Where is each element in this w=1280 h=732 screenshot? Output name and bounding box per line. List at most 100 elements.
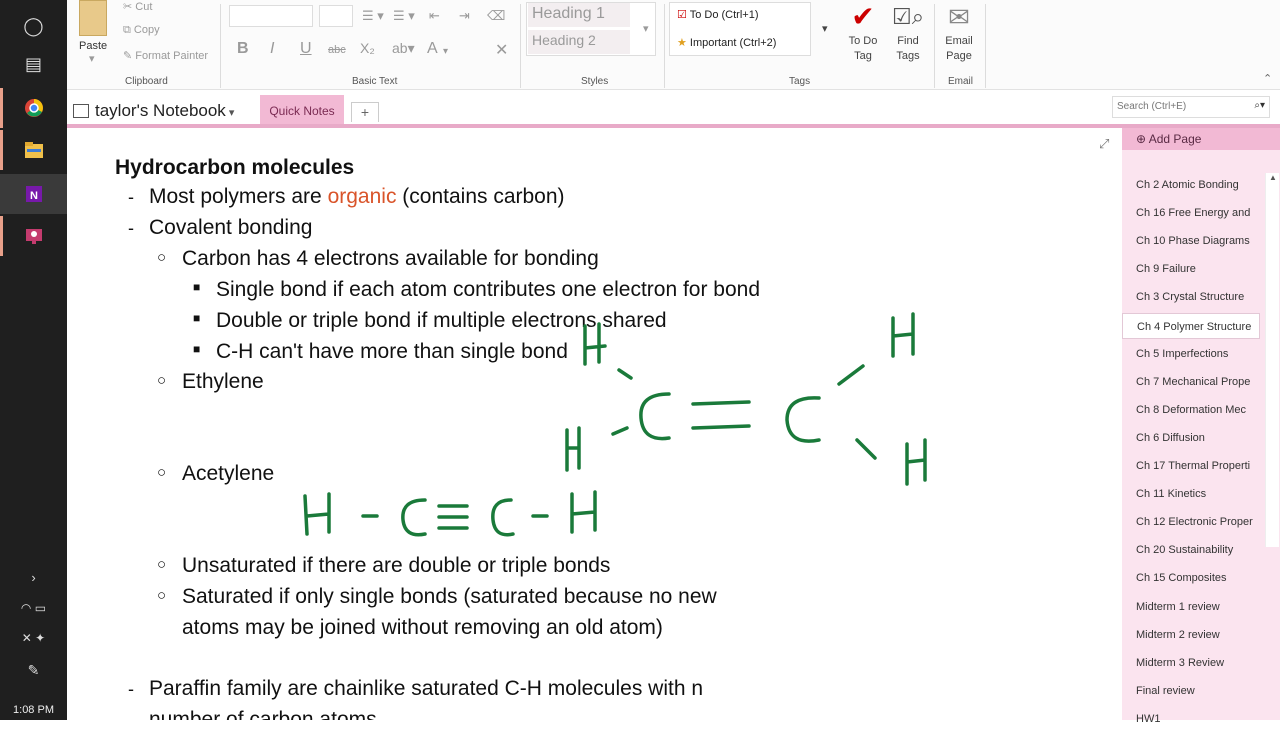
scroll-up-icon[interactable]: ▲ xyxy=(1269,173,1277,182)
note-page[interactable]: ⤢ Hydrocarbon molecules - Most polymers … xyxy=(67,128,1122,720)
add-page-button[interactable]: ⊕ Add Page xyxy=(1122,128,1280,150)
font-color-button[interactable]: A xyxy=(427,40,438,58)
page-list-item[interactable]: Ch 9 Failure xyxy=(1122,256,1260,282)
ink-acetylene xyxy=(303,490,597,537)
ink-stroke xyxy=(570,490,597,534)
copy-button[interactable]: ⧉ Copy xyxy=(123,24,160,37)
ink-stroke xyxy=(905,438,927,486)
tag-important[interactable]: ★ Important (Ctrl+2) xyxy=(677,36,776,49)
file-explorer-icon[interactable] xyxy=(0,130,67,170)
page-list-item[interactable]: Ch 6 Diffusion xyxy=(1122,425,1260,451)
ink-stroke xyxy=(785,396,821,443)
styles-group-label: Styles xyxy=(581,76,609,87)
page-list-item[interactable]: Ch 11 Kinetics xyxy=(1122,481,1260,507)
start-circle-icon[interactable]: ◯ xyxy=(0,6,67,46)
clock: 1:08 PM xyxy=(13,704,54,716)
envelope-icon: ✉ xyxy=(948,2,970,32)
checkmark-icon: ✔ xyxy=(851,1,875,32)
pages-panel: ⊕ Add Page Ch 2 Atomic Bonding Ch 16 Free… xyxy=(1122,128,1280,725)
highlight-icon[interactable]: ab▾ xyxy=(392,40,415,57)
pages-scrollbar[interactable]: ▲ xyxy=(1265,173,1279,547)
tab-quick-notes[interactable]: Quick Notes xyxy=(260,95,344,127)
underline-button[interactable]: U xyxy=(300,40,312,58)
divider xyxy=(985,4,986,88)
page-list-item[interactable]: Ch 10 Phase Diagrams xyxy=(1122,228,1260,254)
page-list-item[interactable]: Midterm 1 review xyxy=(1122,594,1260,620)
cut-button[interactable]: ✂ Cut xyxy=(123,0,152,13)
clear-formatting-icon[interactable]: ⌫ xyxy=(487,8,505,24)
notebook-name: taylor's Notebook xyxy=(95,101,226,120)
page-list-item[interactable]: Ch 20 Sustainability xyxy=(1122,537,1260,563)
format-painter-button[interactable]: ✎ Format Painter xyxy=(123,49,208,62)
chrome-icon[interactable] xyxy=(0,88,67,128)
page-list-item[interactable]: Midterm 2 review xyxy=(1122,622,1260,648)
email-page-label: Email Page xyxy=(945,35,973,62)
page-list-item[interactable]: Final review xyxy=(1122,678,1260,704)
ink-stroke xyxy=(401,498,427,537)
clear-all-icon[interactable]: ✕ xyxy=(495,40,508,60)
find-tags-button[interactable]: ☑⌕ Find Tags xyxy=(888,0,928,64)
outdent-icon[interactable]: ⇤ xyxy=(429,8,440,24)
todo-tag-button[interactable]: ✔ To Do Tag xyxy=(843,0,883,64)
add-section-button[interactable]: + xyxy=(351,102,379,122)
indent-icon[interactable]: ⇥ xyxy=(459,8,470,24)
find-tags-icon: ☑⌕ xyxy=(891,4,925,29)
page-list-item[interactable]: Ch 5 Imperfections xyxy=(1122,341,1260,367)
page-list-item[interactable]: Ch 8 Deformation Mec xyxy=(1122,397,1260,423)
subscript-button[interactable]: X₂ xyxy=(360,40,375,56)
bullets-icon[interactable]: ☰ ▾ xyxy=(362,8,384,24)
checkbox-icon: ☑ xyxy=(677,9,690,21)
ink-stroke xyxy=(837,364,865,386)
page-list-item[interactable]: HW1 xyxy=(1122,706,1260,732)
numbering-icon[interactable]: ☰ ▾ xyxy=(393,8,415,24)
search-input[interactable]: Search (Ctrl+E) ⌕▾ xyxy=(1112,96,1270,118)
styles-more-icon[interactable]: ▾ xyxy=(643,22,649,35)
tag-todo-label: To Do (Ctrl+1) xyxy=(689,9,759,21)
bold-button[interactable]: B xyxy=(237,40,249,58)
email-group-label: Email xyxy=(948,76,974,87)
find-tags-label: Find Tags xyxy=(896,35,920,62)
font-size-select[interactable] xyxy=(319,5,353,27)
email-page-button[interactable]: ✉ Email Page xyxy=(939,0,979,64)
page-list-item[interactable]: Ch 3 Crystal Structure xyxy=(1122,284,1260,310)
page-list-item[interactable]: Ch 16 Free Energy and xyxy=(1122,200,1260,226)
page-list-item[interactable]: Ch 4 Polymer Structure xyxy=(1122,312,1260,339)
star-icon: ★ xyxy=(677,37,690,49)
tag-important-label: Important (Ctrl+2) xyxy=(689,37,777,49)
onenote-icon[interactable]: N xyxy=(0,174,67,214)
search-icon[interactable]: ⌕▾ xyxy=(1254,100,1265,111)
ink-stroke xyxy=(891,312,915,358)
page-list-item[interactable]: Ch 12 Electronic Proper xyxy=(1122,509,1260,535)
notebook-selector[interactable]: taylor's Notebook ▾ xyxy=(73,101,234,121)
divider xyxy=(934,4,935,88)
style-heading2[interactable]: Heading 2 xyxy=(528,30,630,54)
italic-button[interactable]: I xyxy=(270,40,274,58)
paste-icon[interactable] xyxy=(79,0,107,36)
page-list-item[interactable]: Ch 15 Composites xyxy=(1122,565,1260,591)
basic-text-group-label: Basic Text xyxy=(352,76,398,87)
format-painter-label: Format Painter xyxy=(135,50,209,62)
strikethrough-button[interactable]: abc xyxy=(328,44,346,56)
paste-button[interactable]: Paste xyxy=(79,40,107,52)
collapse-ribbon-icon[interactable]: ⌃ xyxy=(1263,72,1272,85)
page-list-item[interactable]: Ch 17 Thermal Properti xyxy=(1122,453,1260,479)
chevron-down-icon: ▾ xyxy=(225,107,235,119)
ink-stroke xyxy=(565,426,581,472)
ink-stroke xyxy=(583,322,607,366)
page-list-item[interactable]: Ch 2 Atomic Bonding xyxy=(1122,172,1260,198)
page-list-item[interactable]: Ch 7 Mechanical Prope xyxy=(1122,369,1260,395)
cut-label: Cut xyxy=(135,1,153,13)
style-heading1[interactable]: Heading 1 xyxy=(528,3,630,27)
ink-stroke xyxy=(639,392,671,441)
search-placeholder: Search (Ctrl+E) xyxy=(1117,101,1187,112)
tags-more-icon[interactable]: ▾ xyxy=(822,22,828,35)
page-list-item[interactable]: Midterm 3 Review xyxy=(1122,650,1260,676)
pen-icon[interactable]: ✎ xyxy=(0,650,67,690)
chevron-down-icon[interactable]: ▾ xyxy=(443,46,448,57)
task-view-icon[interactable]: ▤ xyxy=(0,44,67,84)
ink-ethylene xyxy=(565,312,927,486)
font-family-select[interactable] xyxy=(229,5,313,27)
teams-icon[interactable] xyxy=(0,216,67,256)
tag-todo[interactable]: ☑ To Do (Ctrl+1) xyxy=(677,8,759,21)
chevron-down-icon[interactable]: ▾ xyxy=(89,52,95,65)
